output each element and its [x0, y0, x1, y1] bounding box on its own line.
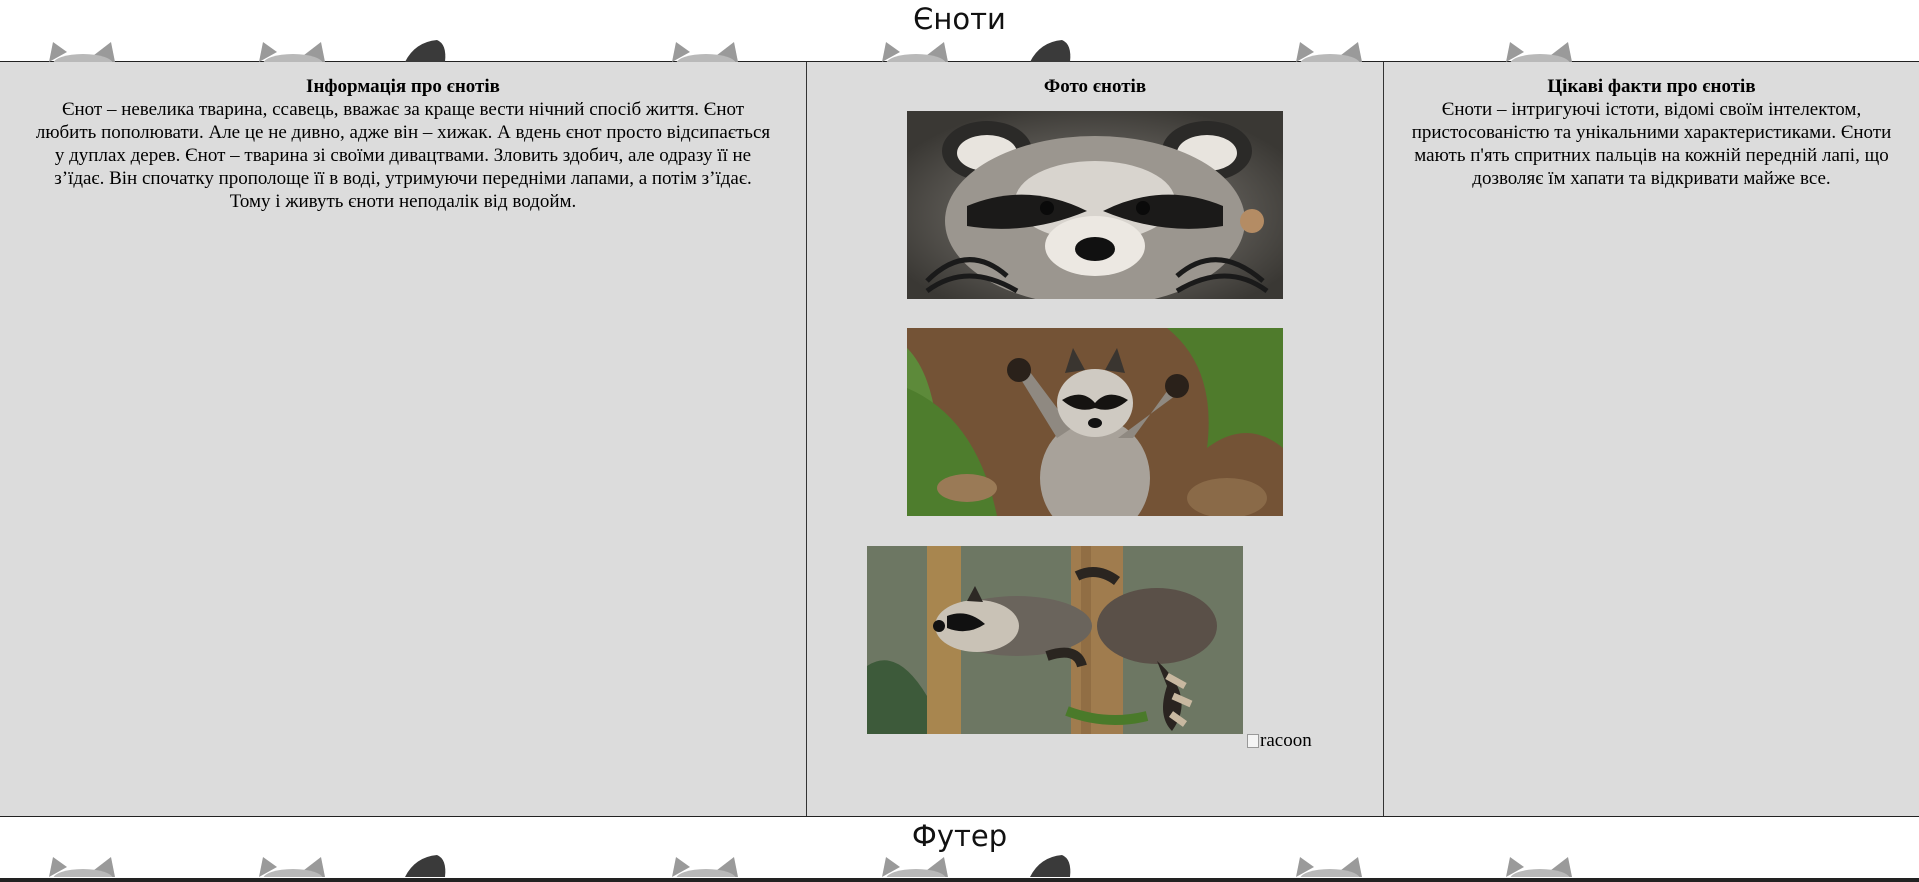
info-line: любить пополювати. Але це не дивно, адже…	[35, 122, 771, 143]
facts-text: Єноти – інтригуючі істоти, відомі своїм …	[1384, 98, 1919, 190]
raccoon-face-photo	[907, 111, 1283, 299]
photos-heading: Фото єнотів	[1043, 76, 1147, 97]
facts-line: дозволяє їм хапати та відкривати майже в…	[1472, 168, 1831, 189]
photos-column: Фото єнотів racoon	[807, 62, 1384, 816]
page-title: Єноти	[913, 2, 1006, 36]
raccoon-tail-icon	[395, 853, 495, 877]
raccoon-tail-icon	[1020, 853, 1120, 877]
raccoon-ears-icon	[668, 853, 768, 877]
raccoon-ears-pattern	[0, 38, 1919, 62]
footer-title: Футер	[911, 819, 1008, 853]
main-content: Інформація про єнотів Єнот – невелика тв…	[0, 62, 1919, 816]
raccoon-ears-icon	[255, 38, 355, 62]
raccoon-ears-icon	[878, 38, 978, 62]
info-line: у дуплах дерев. Єнот – тварина зі своїми…	[54, 145, 752, 166]
raccoon-ears-icon	[1292, 853, 1392, 877]
taskbar-strip	[0, 878, 1919, 882]
raccoon-ears-icon	[1502, 853, 1602, 877]
page-header: Єноти	[0, 0, 1919, 62]
facts-column: Цікаві факти про єнотів Єноти – інтригую…	[1384, 62, 1919, 816]
info-line: з’їдає. Він спочатку прополоще її в воді…	[54, 168, 752, 189]
raccoon-tail-icon	[1020, 38, 1120, 62]
info-line: Єнот – невелика тварина, ссавець, вважає…	[61, 99, 745, 120]
raccoon-ears-icon	[45, 853, 145, 877]
facts-line: пристосованістю та унікальними характери…	[1411, 122, 1892, 143]
raccoon-ears-pattern	[0, 853, 1919, 877]
raccoon-ears-icon	[878, 853, 978, 877]
page-footer: Футер	[0, 816, 1919, 882]
raccoon-ears-icon	[255, 853, 355, 877]
raccoon-ears-icon	[1502, 38, 1602, 62]
info-text: Єнот – невелика тварина, ссавець, вважає…	[0, 98, 806, 213]
raccoon-ears-icon	[1292, 38, 1392, 62]
info-line: Тому і живуть єноти неподалік від водойм…	[229, 191, 577, 212]
facts-line: мають п'ять спритних пальців на кожній п…	[1414, 145, 1889, 166]
broken-image-alt: racoon	[1260, 730, 1312, 751]
raccoon-ears-icon	[45, 38, 145, 62]
info-heading: Інформація про єнотів	[306, 76, 500, 97]
facts-heading: Цікаві факти про єнотів	[1547, 76, 1756, 97]
info-column: Інформація про єнотів Єнот – невелика тв…	[0, 62, 807, 816]
raccoon-ears-icon	[668, 38, 768, 62]
facts-line: Єноти – інтригуючі істоти, відомі своїм …	[1441, 99, 1862, 120]
raccoon-climbing-tree-photo	[867, 546, 1243, 734]
raccoon-tail-icon	[395, 38, 495, 62]
raccoon-raised-paws-photo	[907, 328, 1283, 516]
broken-image: racoon	[1247, 730, 1312, 752]
broken-image-icon	[1247, 734, 1259, 748]
